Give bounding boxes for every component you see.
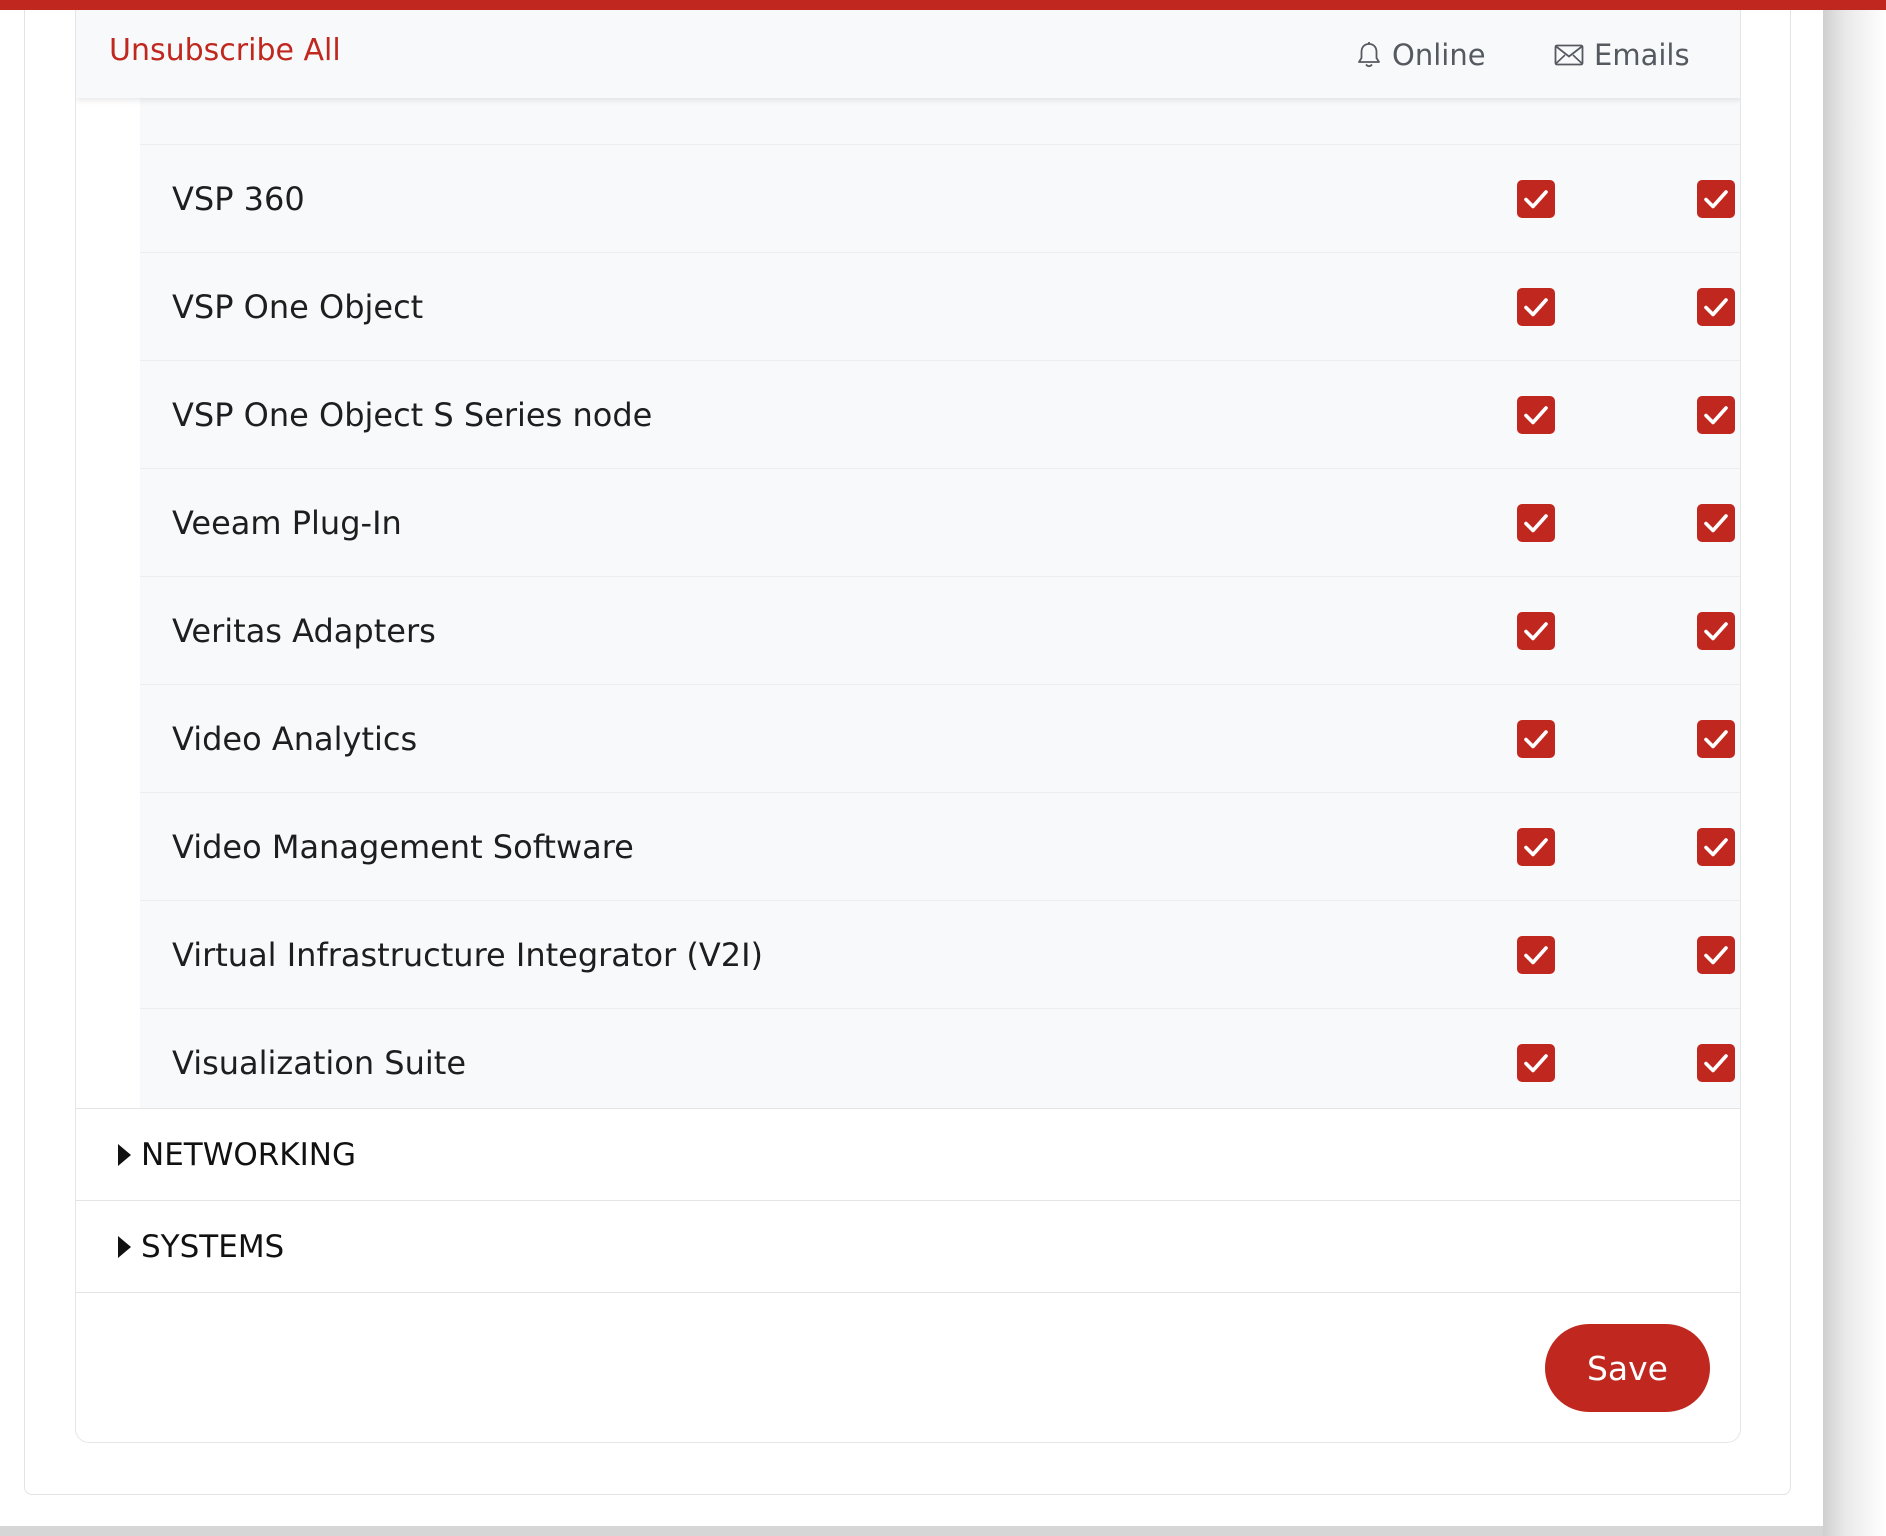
subscription-label: Video Management Software (172, 828, 634, 866)
check-icon (1704, 514, 1728, 533)
window-shadow-bottom (0, 1526, 1823, 1536)
emails-column-label: Emails (1594, 38, 1690, 72)
unsubscribe-all-link[interactable]: Unsubscribe All (109, 33, 341, 68)
email-checkbox[interactable] (1697, 828, 1735, 866)
caret-right-icon (118, 1143, 131, 1166)
online-checkbox[interactable] (1517, 1044, 1555, 1082)
footer-divider (76, 1292, 1740, 1293)
emails-column-header: Emails (1554, 35, 1690, 75)
email-checkbox[interactable] (1697, 504, 1735, 542)
save-button[interactable]: Save (1545, 1324, 1710, 1412)
window-shadow (1823, 10, 1886, 1536)
online-checkbox[interactable] (1517, 288, 1555, 326)
subscription-label: Video Analytics (172, 720, 418, 758)
online-column-header: Online (1356, 35, 1486, 75)
check-icon (1704, 730, 1728, 749)
caret-right-icon (118, 1235, 131, 1258)
list-item: Veeam Plug-In (140, 469, 1740, 577)
check-icon (1524, 514, 1548, 533)
email-checkbox[interactable] (1697, 612, 1735, 650)
check-icon (1704, 946, 1728, 965)
subscription-card: Unsubscribe All Online Emails VSP 360 VS… (75, 10, 1741, 1443)
email-checkbox[interactable] (1697, 288, 1735, 326)
list-item: Veritas Adapters (140, 577, 1740, 685)
list-item: Video Management Software (140, 793, 1740, 901)
check-icon (1524, 946, 1548, 965)
subscription-label: VSP 360 (172, 180, 305, 218)
check-icon (1704, 406, 1728, 425)
list-item: Video Analytics (140, 685, 1740, 793)
section-label: SYSTEMS (141, 1228, 285, 1265)
check-icon (1524, 298, 1548, 317)
online-checkbox[interactable] (1517, 180, 1555, 218)
check-icon (1524, 406, 1548, 425)
check-icon (1524, 622, 1548, 641)
check-icon (1704, 298, 1728, 317)
list-item: Visualization Suite (140, 1009, 1740, 1116)
email-checkbox[interactable] (1697, 720, 1735, 758)
check-icon (1704, 838, 1728, 857)
subscription-label: VSP One Object (172, 288, 424, 326)
online-checkbox[interactable] (1517, 396, 1555, 434)
check-icon (1524, 838, 1548, 857)
check-icon (1704, 1054, 1728, 1073)
envelope-icon (1554, 44, 1584, 66)
check-icon (1524, 1054, 1548, 1073)
email-checkbox[interactable] (1697, 936, 1735, 974)
top-accent-bar (0, 0, 1886, 10)
online-checkbox[interactable] (1517, 828, 1555, 866)
online-checkbox[interactable] (1517, 720, 1555, 758)
list-item: VSP One Object S Series node (140, 361, 1740, 469)
subscription-label: Visualization Suite (172, 1044, 467, 1082)
online-checkbox[interactable] (1517, 936, 1555, 974)
list-item-partial (140, 98, 1740, 145)
subscription-header: Unsubscribe All Online Emails (76, 10, 1740, 98)
section-networking[interactable]: NETWORKING (76, 1108, 1740, 1200)
check-icon (1524, 190, 1548, 209)
subscription-label: Veeam Plug-In (172, 504, 402, 542)
bell-icon (1356, 41, 1382, 69)
subscription-label: Veritas Adapters (172, 612, 436, 650)
section-label: NETWORKING (141, 1136, 356, 1173)
email-checkbox[interactable] (1697, 1044, 1735, 1082)
list-item: Virtual Infrastructure Integrator (V2I) (140, 901, 1740, 1009)
subscription-list: VSP 360 VSP One Object VSP One Object S … (140, 98, 1740, 1116)
email-checkbox[interactable] (1697, 180, 1735, 218)
online-checkbox[interactable] (1517, 612, 1555, 650)
check-icon (1524, 730, 1548, 749)
list-item: VSP One Object (140, 253, 1740, 361)
section-systems[interactable]: SYSTEMS (76, 1200, 1740, 1292)
check-icon (1704, 622, 1728, 641)
subscription-label: Virtual Infrastructure Integrator (V2I) (172, 936, 764, 974)
check-icon (1704, 190, 1728, 209)
list-item: VSP 360 (140, 145, 1740, 253)
subscription-label: VSP One Object S Series node (172, 396, 653, 434)
online-column-label: Online (1392, 38, 1486, 72)
email-checkbox[interactable] (1697, 396, 1735, 434)
online-checkbox[interactable] (1517, 504, 1555, 542)
